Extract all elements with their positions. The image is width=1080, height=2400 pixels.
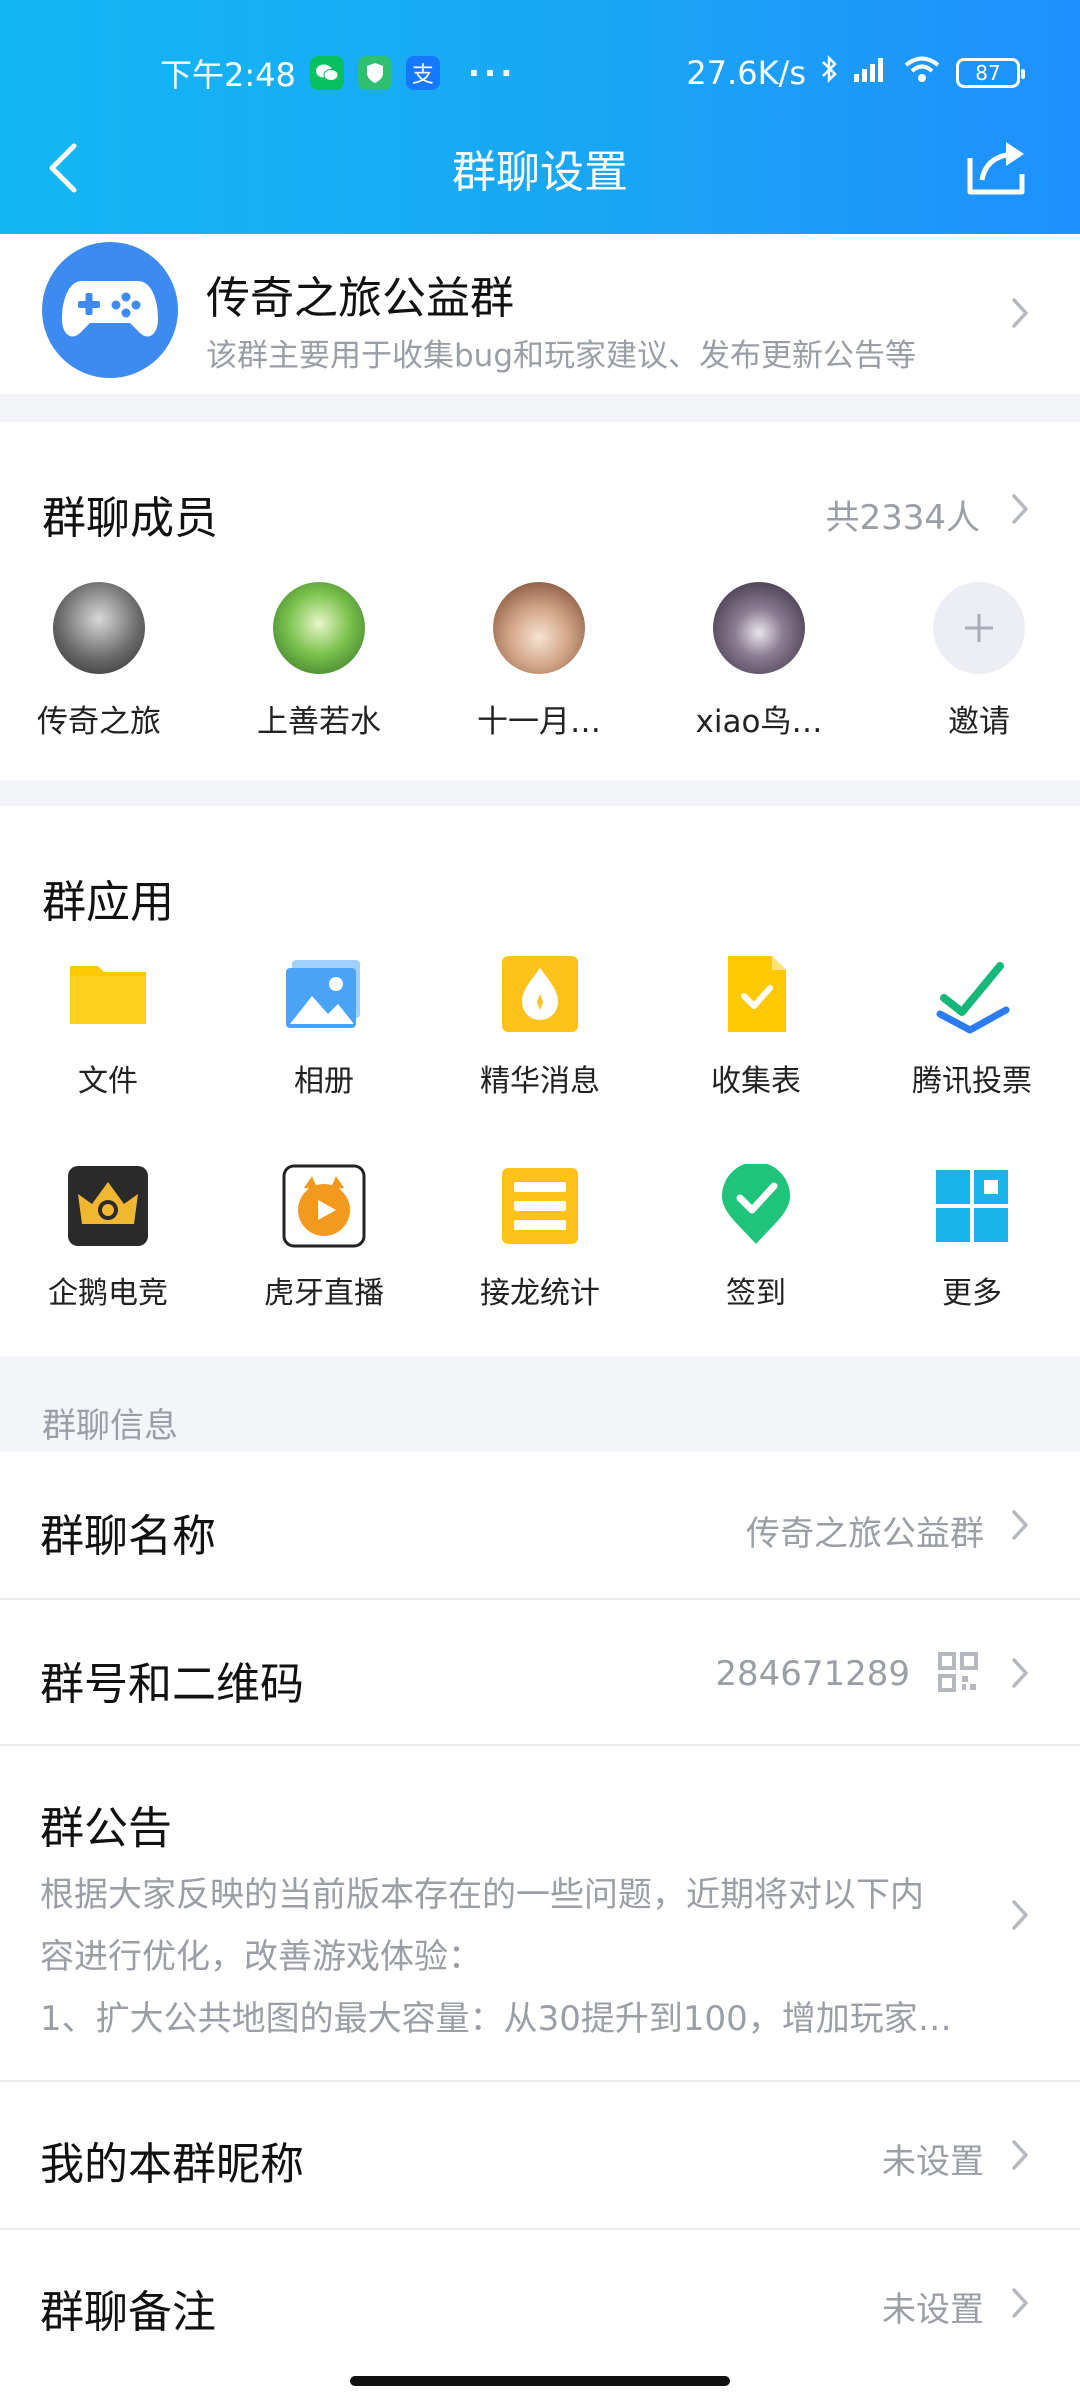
row-label: 群公告 [40, 1803, 172, 1854]
battery-icon: 87 [956, 58, 1025, 88]
row-label: 群聊备注 [40, 2287, 216, 2338]
my-nickname-row[interactable]: 我的本群昵称 未设置 [0, 2082, 1080, 2230]
group-name-row[interactable]: 群聊名称 传奇之旅公益群 [0, 1452, 1080, 1600]
member-item[interactable]: 传奇之旅 [9, 582, 189, 741]
app-label: 收集表 [711, 1064, 801, 1099]
member-name: 传奇之旅 [37, 704, 161, 740]
home-indicator[interactable] [350, 2376, 730, 2386]
member-avatar [273, 582, 365, 674]
app-label: 签到 [726, 1276, 786, 1311]
signal-icon [852, 54, 888, 92]
status-bar: 下午2:48 支 ··· 27.6K/s 87 [160, 48, 1025, 98]
huya-icon [282, 1164, 366, 1248]
invite-button[interactable]: 邀请 [889, 582, 1069, 741]
app-huya[interactable]: 虎牙直播 [224, 1164, 424, 1312]
chevron-right-icon [1010, 2286, 1030, 2320]
row-label: 群聊名称 [40, 1511, 216, 1562]
app-label: 相册 [294, 1064, 354, 1099]
share-icon [967, 142, 1025, 195]
app-label: 文件 [78, 1064, 138, 1099]
member-avatar [493, 582, 585, 674]
app-vote[interactable]: 腾讯投票 [872, 952, 1072, 1100]
group-id-value: 284671289 [715, 1654, 910, 1694]
chevron-right-icon [1010, 1508, 1030, 1542]
member-item[interactable]: 上善若水 [229, 582, 409, 741]
chevron-right-icon [1010, 1656, 1030, 1690]
chevron-right-icon [1010, 1898, 1030, 1932]
group-avatar [42, 242, 178, 378]
more-apps-icon [930, 1164, 1014, 1248]
group-id-qr-row[interactable]: 群号和二维码 284671289 [0, 1600, 1080, 1746]
notice-line: 容进行优化，改善游戏体验： [40, 1937, 482, 1977]
member-item[interactable]: 十一月… [449, 582, 629, 741]
app-essence[interactable]: 精华消息 [440, 952, 640, 1100]
member-name: 十一月… [477, 704, 601, 740]
app-label: 精华消息 [480, 1064, 600, 1099]
app-album[interactable]: 相册 [224, 952, 424, 1100]
member-name: 上善若水 [257, 704, 381, 740]
checkin-icon [714, 1162, 798, 1248]
form-icon [714, 952, 798, 1036]
member-avatar [713, 582, 805, 674]
notice-line: 根据大家反映的当前版本存在的一些问题，近期将对以下内 [40, 1875, 924, 1915]
shield-icon [357, 56, 392, 90]
info-section-header: 群聊信息 [42, 1406, 178, 1446]
battery-level: 87 [975, 61, 1001, 85]
app-more[interactable]: 更多 [872, 1164, 1072, 1312]
members-title: 群聊成员 [42, 493, 218, 544]
members-count[interactable]: 共2334人 [825, 490, 980, 539]
share-button[interactable] [962, 136, 1032, 198]
group-name: 传奇之旅公益群 [206, 273, 514, 324]
alipay-icon: 支 [405, 56, 440, 90]
group-notice-row[interactable]: 群公告 根据大家反映的当前版本存在的一些问题，近期将对以下内 容进行优化，改善游… [0, 1746, 1080, 2082]
app-checkin[interactable]: 签到 [656, 1162, 856, 1312]
folder-icon [66, 952, 150, 1036]
app-label: 虎牙直播 [264, 1276, 384, 1311]
wechat-icon [309, 56, 344, 90]
gamepad-icon [62, 281, 158, 337]
notice-line: 1、扩大公共地图的最大容量：从30提升到100，增加玩家… [40, 1999, 952, 2039]
plus-icon [933, 582, 1025, 674]
app-file[interactable]: 文件 [8, 952, 208, 1100]
more-notifications-icon: ··· [467, 54, 517, 92]
album-icon [282, 952, 366, 1036]
qr-code-icon [938, 1652, 978, 1692]
chain-stats-icon [498, 1164, 582, 1248]
member-name: xiao鸟… [695, 704, 823, 740]
vote-icon [930, 952, 1014, 1036]
app-label: 更多 [942, 1276, 1002, 1311]
row-label: 我的本群昵称 [40, 2139, 304, 2190]
chevron-right-icon [1010, 296, 1030, 330]
group-remark-row[interactable]: 群聊备注 未设置 [0, 2230, 1080, 2400]
chevron-right-icon [1010, 2138, 1030, 2172]
group-description: 该群主要用于收集bug和玩家建议、发布更新公告等 [206, 338, 917, 374]
app-esports[interactable]: 企鹅电竞 [8, 1164, 208, 1312]
member-avatar [53, 582, 145, 674]
app-label: 腾讯投票 [912, 1064, 1032, 1099]
notice-text: 根据大家反映的当前版本存在的一些问题，近期将对以下内 容进行优化，改善游戏体验：… [40, 1864, 1000, 2050]
row-value: 传奇之旅公益群 [746, 1514, 984, 1554]
title-bar: 下午2:48 支 ··· 27.6K/s 87 群聊设置 [0, 0, 1080, 234]
row-value: 未设置 [882, 2142, 984, 2182]
status-time: 下午2:48 [160, 56, 296, 94]
member-item[interactable]: xiao鸟… [669, 582, 849, 741]
essence-icon [498, 952, 582, 1036]
app-label: 企鹅电竞 [48, 1276, 168, 1311]
app-form[interactable]: 收集表 [656, 952, 856, 1100]
chevron-right-icon [1010, 492, 1030, 526]
apps-title: 群应用 [42, 877, 174, 928]
invite-label: 邀请 [948, 704, 1010, 740]
wifi-icon [902, 54, 942, 92]
page-title: 群聊设置 [452, 147, 628, 198]
app-chain-stats[interactable]: 接龙统计 [440, 1164, 640, 1312]
row-value: 未设置 [882, 2290, 984, 2330]
row-label: 群号和二维码 [40, 1659, 304, 1710]
esports-icon [66, 1164, 150, 1248]
app-label: 接龙统计 [480, 1276, 600, 1311]
bluetooth-icon [820, 54, 838, 92]
net-speed: 27.6K/s [686, 54, 806, 92]
